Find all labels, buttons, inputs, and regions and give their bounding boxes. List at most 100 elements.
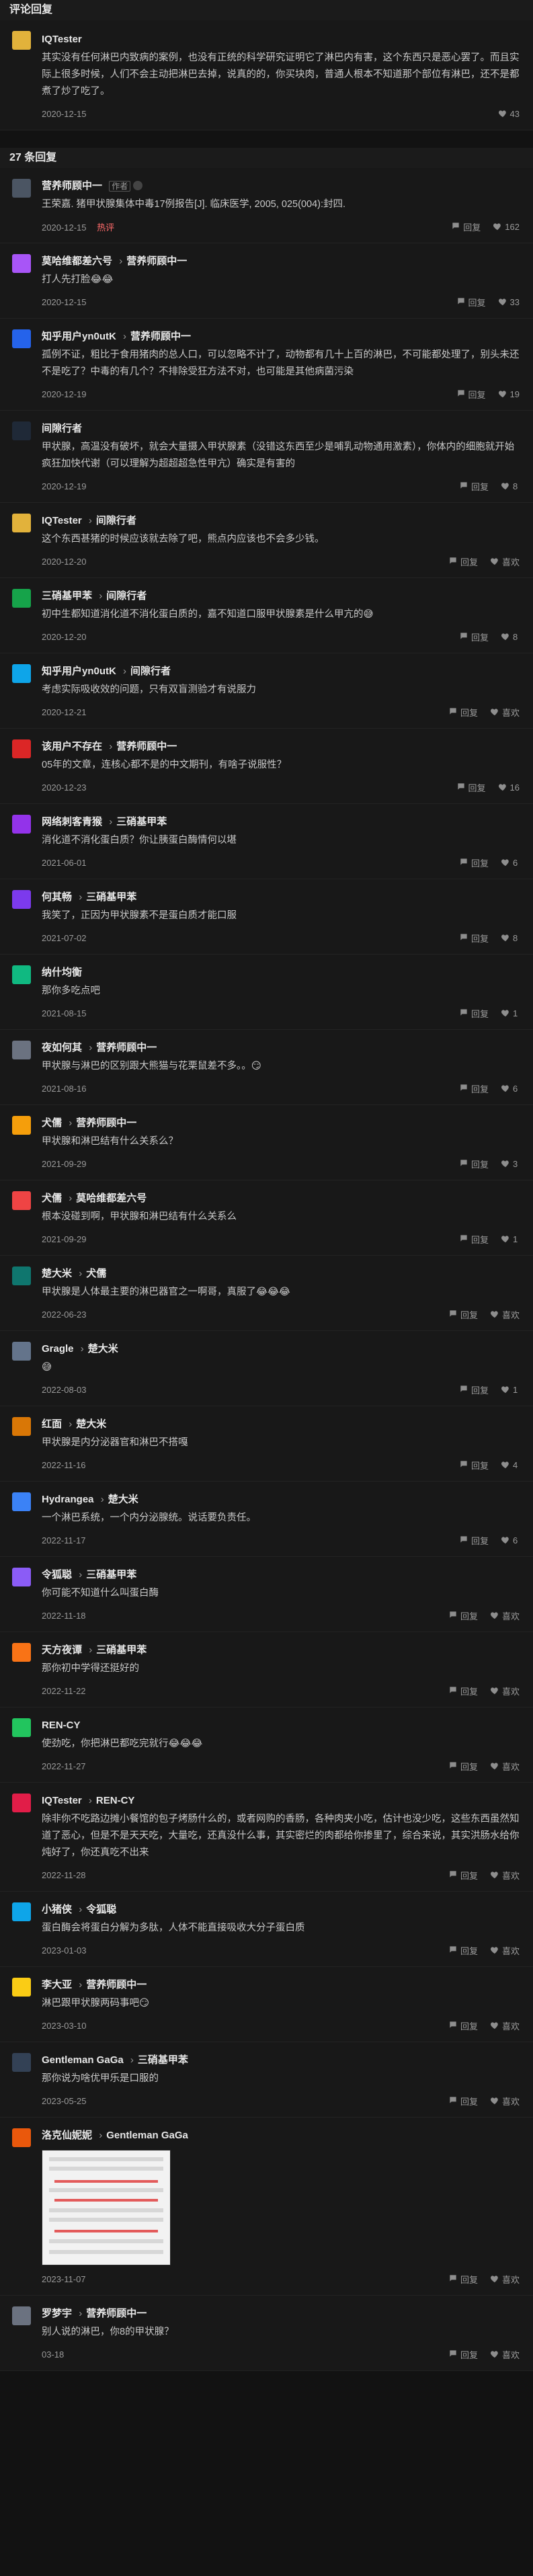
- avatar[interactable]: [12, 1568, 31, 1586]
- reply-to-user[interactable]: 楚大米: [88, 1343, 118, 1355]
- reply-button[interactable]: 回复: [459, 631, 489, 643]
- reply-button[interactable]: 回复: [448, 2019, 478, 2032]
- avatar[interactable]: [12, 254, 31, 273]
- reply-author[interactable]: 何其畅: [42, 891, 72, 903]
- reply-author[interactable]: 犬儒: [42, 1193, 62, 1204]
- reply-to-user[interactable]: Gentleman GaGa: [106, 2130, 188, 2141]
- like-button[interactable]: 1: [501, 1385, 520, 1395]
- avatar[interactable]: [12, 31, 31, 50]
- reply-to-user[interactable]: 三硝基甲苯: [86, 891, 136, 903]
- reply-to-user[interactable]: 营养师顾中一: [86, 1979, 147, 1990]
- reply-to-user[interactable]: 三硝基甲苯: [86, 1569, 136, 1580]
- like-button[interactable]: 喜欢: [490, 1944, 520, 1957]
- reply-author[interactable]: 夜如何其: [42, 1042, 82, 1053]
- reply-button[interactable]: 回复: [451, 220, 481, 233]
- reply-to-user[interactable]: 间隙行者: [96, 515, 136, 526]
- avatar[interactable]: [12, 329, 31, 348]
- reply-author[interactable]: 知乎用户yn0utK: [42, 331, 116, 342]
- reply-to-user[interactable]: 令狐聪: [86, 1904, 116, 1915]
- reply-author[interactable]: 纳什均衡: [42, 967, 82, 978]
- avatar[interactable]: [12, 589, 31, 608]
- avatar[interactable]: [12, 2053, 31, 2072]
- reply-author[interactable]: 犬儒: [42, 1117, 62, 1129]
- reply-to-user[interactable]: 三硝基甲苯: [138, 2054, 188, 2066]
- avatar[interactable]: [12, 1342, 31, 1361]
- reply-author[interactable]: IQTester: [42, 515, 82, 526]
- reply-author[interactable]: 间隙行者: [42, 423, 82, 434]
- reply-button[interactable]: 回复: [448, 1685, 478, 1697]
- reply-to-user[interactable]: 营养师顾中一: [86, 2308, 147, 2319]
- like-button[interactable]: 喜欢: [490, 1760, 520, 1773]
- reply-button[interactable]: 回复: [459, 1534, 489, 1547]
- reply-button[interactable]: 回复: [459, 1007, 489, 1020]
- like-button[interactable]: 6: [501, 1084, 520, 1094]
- reply-button[interactable]: 回复: [459, 1383, 489, 1396]
- reply-author[interactable]: 天方夜谭: [42, 1644, 82, 1656]
- avatar[interactable]: [12, 1643, 31, 1662]
- reply-to-user[interactable]: 犬儒: [86, 1268, 106, 1279]
- avatar[interactable]: [12, 1978, 31, 1997]
- reply-author[interactable]: 李大亚: [42, 1979, 72, 1990]
- like-button[interactable]: 喜欢: [490, 1308, 520, 1321]
- like-button[interactable]: 喜欢: [490, 2348, 520, 2361]
- avatar[interactable]: [12, 514, 31, 532]
- reply-author[interactable]: 营养师顾中一: [42, 180, 102, 192]
- attached-image[interactable]: [42, 2150, 171, 2265]
- reply-author[interactable]: 网络刺客青猴: [42, 816, 102, 828]
- reply-to-user[interactable]: 营养师顾中一: [130, 331, 191, 342]
- avatar[interactable]: [12, 2306, 31, 2325]
- like-button[interactable]: 喜欢: [490, 555, 520, 568]
- like-button[interactable]: 喜欢: [490, 1869, 520, 1882]
- reply-button[interactable]: 回复: [459, 932, 489, 944]
- like-button[interactable]: 喜欢: [490, 2273, 520, 2286]
- avatar[interactable]: [12, 1041, 31, 1059]
- reply-author[interactable]: 洛克仙妮妮: [42, 2130, 92, 2141]
- reply-to-user[interactable]: 营养师顾中一: [116, 741, 177, 752]
- avatar[interactable]: [12, 965, 31, 984]
- reply-to-user[interactable]: 楚大米: [76, 1418, 106, 1430]
- reply-button[interactable]: 回复: [448, 1609, 478, 1622]
- like-button[interactable]: 喜欢: [490, 2095, 520, 2107]
- like-button[interactable]: 19: [498, 389, 520, 399]
- reply-to-user[interactable]: 营养师顾中一: [76, 1117, 136, 1129]
- reply-button[interactable]: 回复: [459, 1233, 489, 1246]
- avatar[interactable]: [12, 1902, 31, 1921]
- like-button[interactable]: 喜欢: [490, 1609, 520, 1622]
- reply-author[interactable]: 知乎用户yn0utK: [42, 666, 116, 677]
- like-button[interactable]: 43: [498, 109, 520, 119]
- reply-button[interactable]: 回复: [448, 555, 478, 568]
- avatar[interactable]: [12, 1191, 31, 1210]
- reply-author[interactable]: 罗梦宇: [42, 2308, 72, 2319]
- reply-button[interactable]: 回复: [459, 1459, 489, 1472]
- reply-button[interactable]: 回复: [448, 2095, 478, 2107]
- reply-to-user[interactable]: 营养师顾中一: [96, 1042, 157, 1053]
- reply-button[interactable]: 回复: [456, 296, 486, 309]
- reply-author[interactable]: 三硝基甲苯: [42, 590, 92, 602]
- like-button[interactable]: 3: [501, 1159, 520, 1169]
- reply-author[interactable]: IQTester: [42, 1795, 82, 1806]
- like-button[interactable]: 33: [498, 297, 520, 307]
- like-button[interactable]: 喜欢: [490, 1685, 520, 1697]
- reply-author[interactable]: Hydrangea: [42, 1494, 94, 1505]
- reply-button[interactable]: 回复: [448, 2273, 478, 2286]
- reply-button[interactable]: 回复: [459, 1082, 489, 1095]
- reply-button[interactable]: 回复: [448, 2348, 478, 2361]
- reply-button[interactable]: 回复: [459, 1158, 489, 1170]
- reply-button[interactable]: 回复: [448, 1869, 478, 1882]
- like-button[interactable]: 8: [501, 632, 520, 642]
- reply-button[interactable]: 回复: [448, 706, 478, 719]
- reply-button[interactable]: 回复: [459, 480, 489, 493]
- reply-to-user[interactable]: REN-CY: [96, 1795, 135, 1806]
- like-button[interactable]: 1: [501, 1234, 520, 1244]
- comment-author[interactable]: IQTester: [42, 34, 82, 45]
- like-button[interactable]: 8: [501, 481, 520, 491]
- reply-author[interactable]: 令狐聪: [42, 1569, 72, 1580]
- reply-button[interactable]: 回复: [456, 781, 486, 794]
- like-button[interactable]: 8: [501, 933, 520, 943]
- reply-to-user[interactable]: 营养师顾中一: [126, 255, 187, 267]
- reply-to-user[interactable]: 间隙行者: [130, 666, 171, 677]
- avatar[interactable]: [12, 664, 31, 683]
- avatar[interactable]: [12, 1417, 31, 1436]
- like-button[interactable]: 162: [493, 222, 520, 232]
- reply-author[interactable]: 小猪侠: [42, 1904, 72, 1915]
